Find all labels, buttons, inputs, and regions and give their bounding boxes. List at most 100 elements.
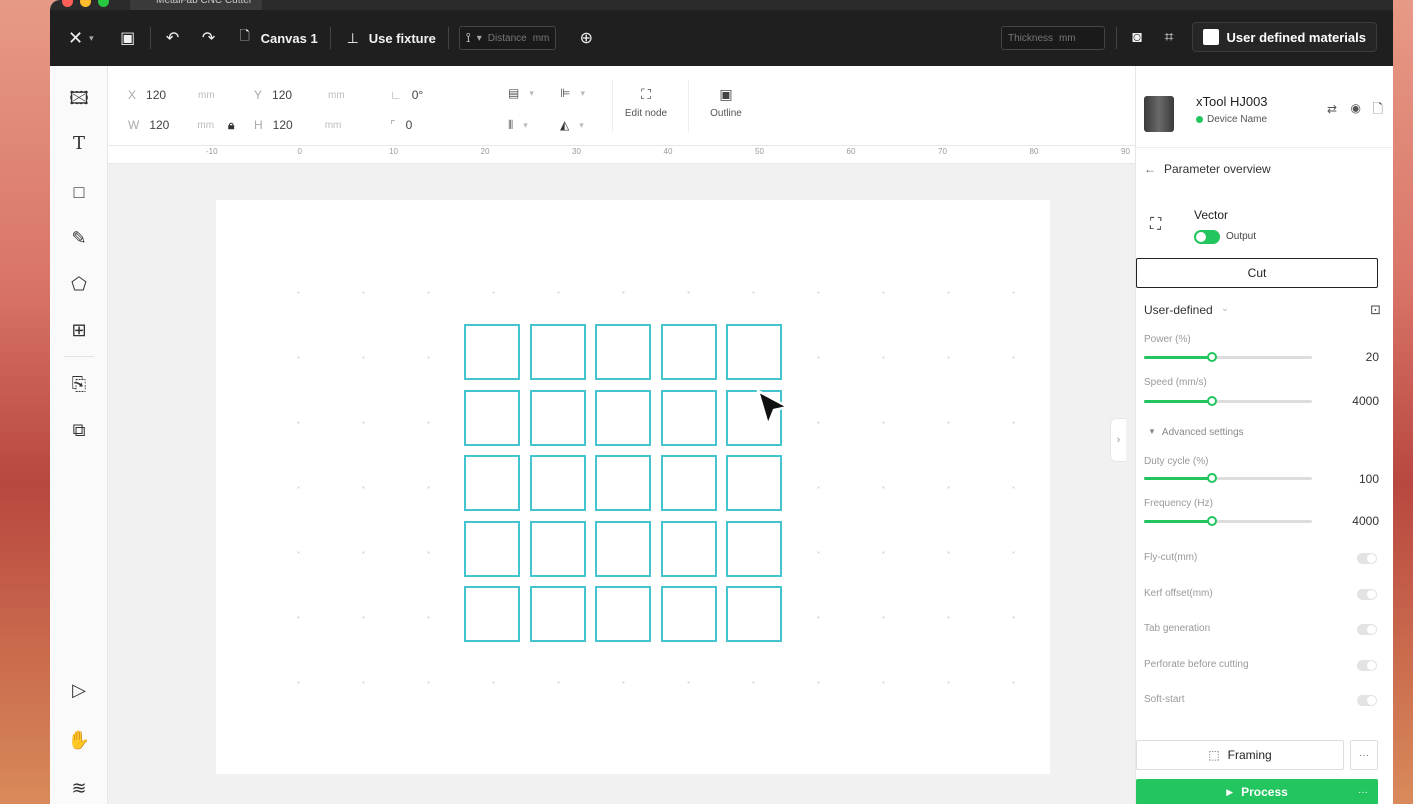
shape-group[interactable] (464, 324, 784, 644)
outline-button[interactable]: ▣ Outline (696, 86, 756, 119)
square-shape[interactable] (660, 586, 717, 642)
materials-checkbox[interactable] (1202, 29, 1219, 45)
canvas-selector[interactable]: 🗋 Canvas 1 (227, 22, 326, 54)
option-toggle[interactable] (1357, 588, 1377, 600)
rotation-field[interactable]: ∟ 0° (390, 86, 423, 104)
collapse-panel-button[interactable]: › (1110, 418, 1126, 462)
duty-cycle-slider[interactable] (1144, 473, 1312, 483)
save-button[interactable]: ▣ (110, 22, 146, 54)
save-preset-icon[interactable]: ⊡ (1370, 302, 1381, 318)
ruler-tick: 30 (572, 147, 581, 156)
document-tab[interactable]: MetalFab CNC Cutter (130, 0, 263, 10)
option-toggle[interactable] (1357, 659, 1377, 671)
square-shape[interactable] (464, 520, 520, 577)
cut-mode-button[interactable]: Cut (1136, 258, 1378, 288)
square-shape[interactable] (464, 324, 520, 380)
speed-value[interactable]: 4000 (1352, 394, 1379, 408)
y-position-field[interactable]: Y 120 mm (254, 86, 345, 104)
square-shape[interactable] (595, 324, 651, 380)
undo-button[interactable]: ↶ (155, 22, 191, 54)
select-tool-icon[interactable]: ▷ (67, 678, 91, 702)
parameter-overview-back[interactable]: ← Parameter overview (1144, 162, 1271, 176)
distance-field[interactable]: ⟟ ▾ Distance mm (458, 26, 557, 50)
x-position-field[interactable]: X 120 mm (128, 86, 215, 104)
file-icon[interactable]: 🗋 (1373, 100, 1383, 122)
text-icon[interactable]: T (67, 132, 91, 156)
square-shape[interactable] (726, 324, 782, 380)
output-toggle[interactable]: Output (1194, 229, 1274, 245)
hand-tool-icon[interactable]: ✋ (67, 728, 91, 752)
framing-button[interactable]: ⬚ Framing (1136, 740, 1344, 770)
square-shape[interactable] (726, 455, 782, 511)
duty-cycle-value[interactable]: 100 (1359, 472, 1379, 486)
square-shape[interactable] (529, 389, 586, 446)
option-toggle[interactable] (1357, 695, 1377, 706)
square-shape[interactable] (595, 389, 651, 446)
canvas-area[interactable] (108, 164, 1135, 804)
arrange-dropdown[interactable]: ⦀ ▾ (508, 116, 528, 134)
close-window-button[interactable] (62, 0, 73, 7)
apps-icon[interactable]: ⊞ (67, 318, 91, 342)
switch-device-icon[interactable]: ⇄ (1327, 102, 1337, 116)
artboard[interactable] (216, 200, 1050, 774)
corner-radius-icon: ⌜ (390, 118, 396, 132)
square-shape[interactable] (529, 455, 586, 511)
square-shape[interactable] (595, 455, 651, 511)
power-slider[interactable] (1144, 352, 1312, 362)
square-shape[interactable] (660, 324, 717, 380)
ai-image-icon[interactable]: ⧉ (67, 418, 91, 442)
square-shape[interactable] (726, 586, 782, 642)
speed-slider[interactable] (1144, 396, 1312, 406)
thickness-field[interactable]: Thickness mm (1001, 26, 1105, 50)
square-shape[interactable] (660, 520, 717, 577)
advanced-settings-toggle[interactable]: ▼ Advanced settings (1148, 427, 1244, 438)
edit-node-button[interactable]: ⛶ Edit node (616, 86, 676, 119)
title-bar: MetalFab CNC Cutter (50, 0, 1393, 10)
flip-dropdown[interactable]: ◭ ▾ (560, 116, 584, 134)
focus-button[interactable]: ⌗ (1151, 22, 1187, 54)
device-card[interactable]: xTool HJ003 Device Name ⇄ ◉ 🗋 (1136, 66, 1393, 148)
camera-button[interactable]: ◙ (1119, 22, 1155, 54)
layers-icon[interactable]: ≋ (67, 776, 91, 800)
option-toggle[interactable] (1357, 553, 1377, 564)
framing-more-button[interactable]: ··· (1350, 740, 1378, 770)
process-button[interactable]: ▶ Process ··· (1136, 779, 1378, 804)
square-shape[interactable] (464, 389, 520, 446)
redo-button[interactable]: ↷ (191, 22, 227, 54)
use-fixture-button[interactable]: ⊥ Use fixture (335, 22, 444, 54)
frequency-value[interactable]: 4000 (1352, 514, 1379, 528)
output-switch[interactable] (1194, 230, 1220, 244)
document-icon: 🗋 (239, 28, 250, 43)
square-shape[interactable] (529, 520, 586, 577)
square-shape[interactable] (464, 586, 520, 642)
square-shape[interactable] (464, 455, 520, 511)
rectangle-icon[interactable]: □ (67, 180, 91, 204)
width-field[interactable]: W 120 mm (128, 116, 214, 134)
square-shape[interactable] (595, 520, 651, 577)
target-icon[interactable]: ◉ (1351, 101, 1361, 115)
square-shape[interactable] (529, 324, 586, 380)
preset-dropdown[interactable]: User-defined ⌄ (1144, 303, 1229, 317)
app-menu-button[interactable]: ✕ ▾ (60, 22, 102, 54)
power-value[interactable]: 20 (1366, 350, 1379, 364)
shapes-icon[interactable]: ⬠ (67, 272, 91, 296)
user-defined-materials-toggle[interactable]: User defined materials (1191, 22, 1377, 52)
align-dropdown[interactable]: ▤ ▾ (508, 84, 534, 102)
minimize-window-button[interactable] (80, 0, 91, 7)
square-shape[interactable] (595, 586, 651, 642)
square-shape[interactable] (660, 389, 717, 446)
frequency-slider[interactable] (1144, 516, 1312, 526)
image-icon[interactable]: 🖾 (67, 86, 91, 110)
distribute-dropdown[interactable]: ⊫ ▾ (560, 84, 585, 102)
corner-radius-field[interactable]: ⌜ 0 (390, 116, 412, 134)
positioning-button[interactable]: ⊕ (568, 22, 604, 54)
square-shape[interactable] (660, 455, 717, 511)
maximize-window-button[interactable] (98, 0, 109, 7)
pen-icon[interactable]: ✎ (67, 226, 91, 250)
height-field[interactable]: H 120 mm (254, 116, 341, 134)
material-library-icon[interactable]: ⎘ (67, 372, 91, 396)
square-shape[interactable] (726, 520, 782, 577)
square-shape[interactable] (529, 586, 586, 642)
option-toggle[interactable] (1357, 624, 1377, 635)
lock-ratio-button[interactable]: 🔒︎ (228, 116, 234, 134)
